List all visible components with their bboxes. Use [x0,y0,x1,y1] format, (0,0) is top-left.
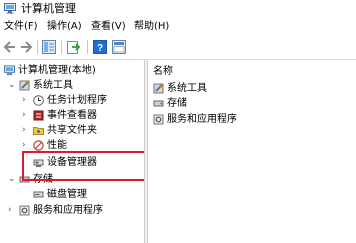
toolbar-separator [87,40,88,54]
chevron-right-icon[interactable]: › [22,123,26,138]
disk-icon [33,191,44,198]
chevron-down-icon[interactable]: ⌄ [8,172,16,187]
tree-item-system-tools[interactable]: ⌄ 系统工具 [0,78,140,93]
toolbar-separator [37,40,38,54]
tools-icon [19,80,30,91]
tree-item-event-viewer[interactable]: › 事件查看器 [0,108,140,123]
menu-action[interactable]: 操作(A) [47,20,82,33]
help-icon[interactable]: ? [93,40,107,54]
menu-file[interactable]: 文件(F) [4,20,38,33]
tree-item-label: 事件查看器 [47,110,97,121]
toolbar-separator [61,40,62,54]
menu-bar: 文件(F) 操作(A) 查看(V) 帮助(H) [0,18,356,35]
svg-text:?: ? [97,43,103,54]
folder-view-icon[interactable] [42,40,56,54]
list-item-label: 服务和应用程序 [167,114,237,125]
forward-arrow-icon[interactable] [19,40,33,54]
services-icon [153,114,164,125]
tools-icon [153,83,164,94]
chevron-right-icon[interactable]: › [8,203,12,218]
tree-item-label: 服务和应用程序 [33,205,103,216]
clock-icon [33,95,44,106]
chevron-right-icon[interactable]: › [22,93,26,108]
tree-item-label: 计算机管理(本地) [18,65,96,76]
column-header-name[interactable]: 名称 [153,64,173,79]
performance-icon [33,140,44,151]
list-item-label: 系统工具 [167,83,207,94]
menu-view[interactable]: 查看(V) [91,20,126,33]
tree-item-label: 任务计划程序 [47,95,107,106]
export-icon[interactable] [67,40,81,54]
menu-help[interactable]: 帮助(H) [134,20,169,33]
back-arrow-icon[interactable] [3,40,17,54]
chevron-down-icon[interactable]: ⌄ [8,78,16,93]
tree-item-shared-folders[interactable]: › 共享文件夹 [0,123,140,138]
highlight-box [22,151,163,181]
shared-folder-icon [33,127,44,135]
tree-item-label: 系统工具 [33,80,73,91]
properties-icon[interactable] [112,40,126,54]
event-viewer-icon [33,110,44,121]
computer-management-icon [4,65,15,76]
tree-item-label: 磁盘管理 [47,189,87,200]
storage-icon [153,100,164,107]
title-bar: 计算机管理 [0,0,356,18]
computer-management-icon [4,3,16,14]
tree-item-root[interactable]: 计算机管理(本地) [0,63,140,78]
tree-item-disk-management[interactable]: 磁盘管理 [0,187,140,202]
tree-item-label: 共享文件夹 [47,125,97,136]
window-title: 计算机管理 [21,2,76,15]
chevron-right-icon[interactable]: › [22,108,26,123]
services-icon [19,205,30,216]
tree-item-task-scheduler[interactable]: › 任务计划程序 [0,93,140,108]
tree-item-services-apps[interactable]: › 服务和应用程序 [0,203,140,218]
list-item-label: 存储 [167,98,187,109]
